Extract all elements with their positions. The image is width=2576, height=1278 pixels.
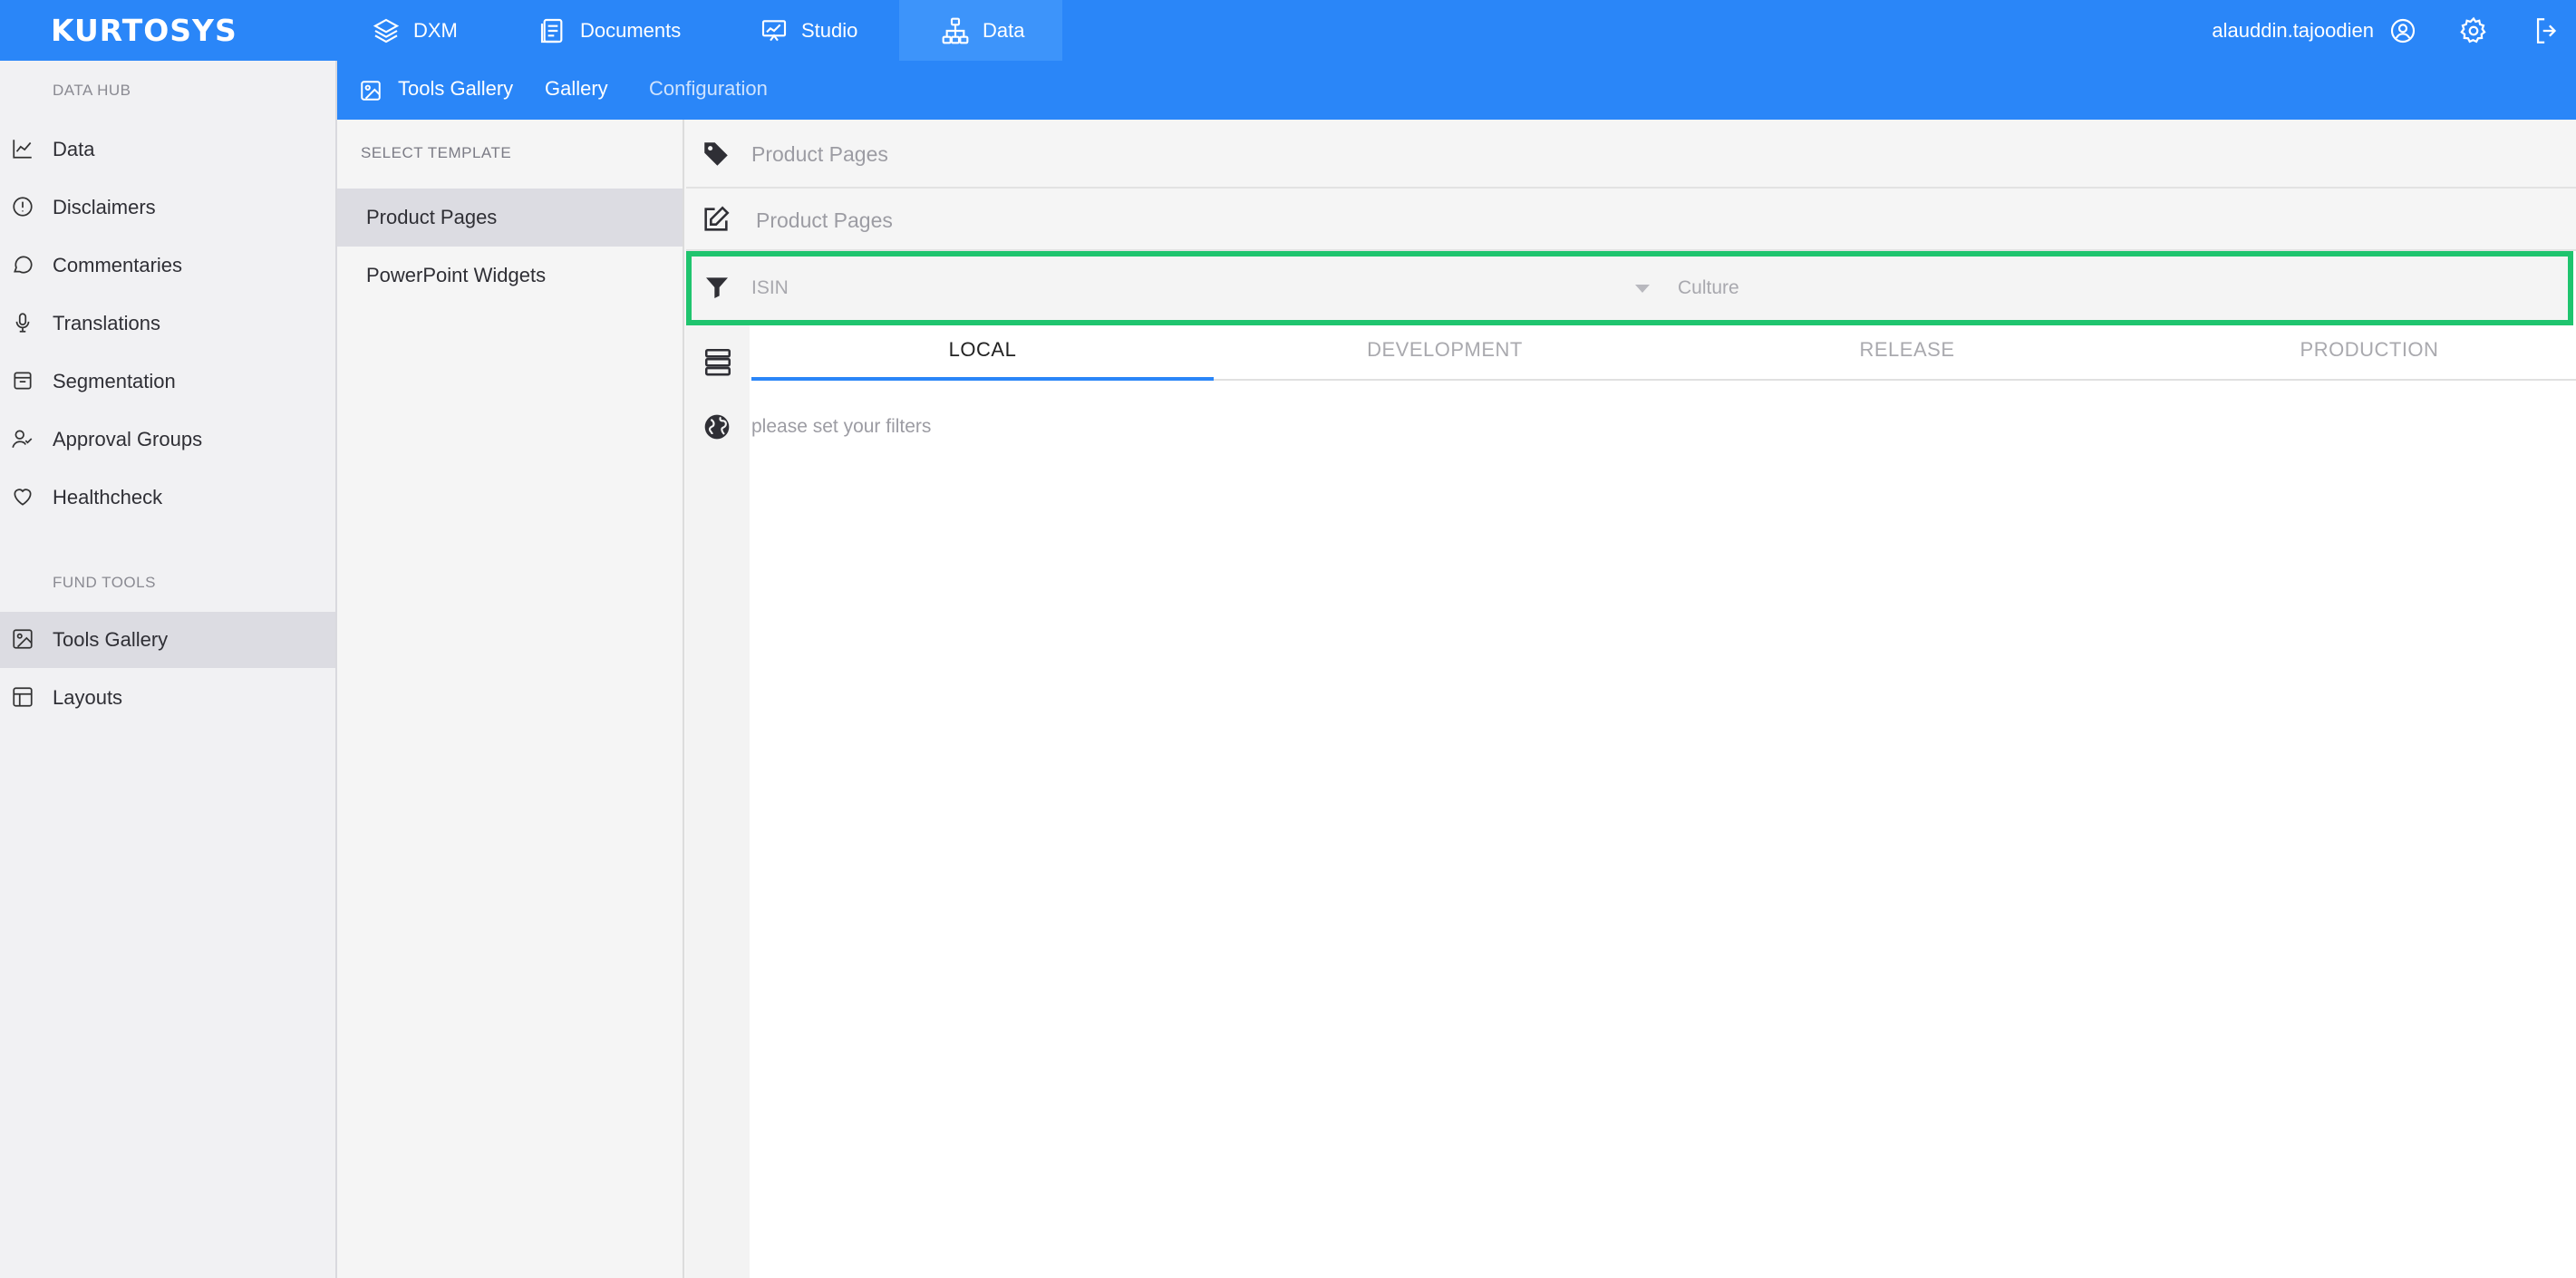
sidebar-item-disclaimers[interactable]: Disclaimers (0, 179, 335, 236)
template-item-product-pages[interactable]: Product Pages (337, 189, 683, 247)
filter-icon (706, 277, 728, 298)
sidebar-item-label: Segmentation (53, 370, 176, 392)
sidebar-item-label: Commentaries (53, 254, 183, 276)
inbox-icon (14, 372, 32, 390)
nav-tab-data[interactable]: Data (899, 0, 1062, 61)
comment-icon (14, 256, 33, 274)
chart-line-icon (13, 140, 32, 159)
edit-icon (704, 206, 730, 231)
left-sidebar: DATA HUB Data Disclaimers Commentaries T… (0, 61, 337, 1278)
sidebar-item-label: Healthcheck (53, 486, 163, 508)
template-name-value[interactable]: Product Pages (756, 208, 893, 233)
sub-header-bar: Tools Gallery Gallery Configuration (337, 61, 2576, 120)
chevron-down-icon (1635, 285, 1650, 293)
layout-icon (13, 687, 33, 707)
tab-local[interactable]: LOCAL (751, 326, 1214, 381)
nav-tab-label: Data (983, 18, 1025, 42)
template-list-panel: SELECT TEMPLATE Product Pages PowerPoint… (337, 120, 684, 1278)
tag-icon (704, 142, 728, 166)
microphone-icon (15, 313, 30, 333)
environment-tabs: LOCAL DEVELOPMENT RELEASE PRODUCTION (751, 326, 2576, 381)
globe-icon (704, 414, 730, 440)
section-label-fund-tools: FUND TOOLS (53, 574, 156, 591)
empty-filters-message: please set your filters (751, 416, 932, 437)
isin-select-placeholder: ISIN (751, 277, 789, 298)
breadcrumb-tools-gallery[interactable]: Tools Gallery (398, 77, 513, 101)
template-tag-value[interactable]: Product Pages (751, 142, 888, 167)
nav-tab-documents[interactable]: Documents (538, 0, 711, 61)
name-row: Product Pages (686, 189, 2576, 251)
tab-label: PRODUCTION (2300, 338, 2439, 361)
tab-development[interactable]: DEVELOPMENT (1214, 326, 1676, 381)
template-item-label: PowerPoint Widgets (366, 264, 547, 286)
document-icon (540, 18, 563, 43)
heart-icon (14, 489, 32, 506)
kurtosys-logo[interactable]: KURTOSYS (51, 13, 237, 48)
sidebar-item-label: Data (53, 138, 95, 160)
sidebar-item-label: Disclaimers (53, 196, 156, 218)
sidebar-item-label: Translations (53, 312, 161, 334)
sidebar-item-data[interactable]: Data (0, 121, 335, 178)
hierarchy-icon (942, 17, 969, 44)
sidebar-item-label: Approval Groups (53, 428, 203, 450)
sidebar-item-label: Tools Gallery (53, 628, 169, 651)
template-item-label: Product Pages (366, 206, 498, 228)
tab-label: RELEASE (1859, 338, 1955, 361)
breadcrumb-gallery[interactable]: Gallery (545, 77, 608, 101)
isin-select[interactable]: ISIN (751, 257, 1667, 320)
logout-icon[interactable] (2532, 15, 2562, 46)
nav-tab-dxm[interactable]: DXM (372, 0, 471, 61)
culture-select[interactable]: Culture (1678, 257, 2566, 320)
tab-label: DEVELOPMENT (1367, 338, 1523, 361)
nav-tab-label: Studio (801, 18, 858, 42)
breadcrumb-configuration[interactable]: Configuration (649, 77, 768, 101)
user-menu[interactable]: alauddin.tajoodien (2212, 0, 2417, 61)
template-item-powerpoint-widgets[interactable]: PowerPoint Widgets (337, 247, 683, 305)
filter-row-highlighted: ISIN Culture (686, 251, 2573, 325)
nav-tab-label: Documents (580, 18, 682, 42)
culture-select-placeholder: Culture (1678, 277, 1739, 298)
server-icon (704, 348, 731, 376)
sidebar-item-tools-gallery[interactable]: Tools Gallery (0, 612, 335, 668)
tab-release[interactable]: RELEASE (1676, 326, 2138, 381)
sidebar-item-translations[interactable]: Translations (0, 295, 335, 352)
user-check-icon (12, 430, 33, 449)
tab-label: LOCAL (948, 338, 1017, 361)
alert-circle-icon (13, 197, 33, 217)
template-config-panel: Product Pages Product Pages ISIN Culture… (686, 120, 2576, 1278)
sidebar-item-healthcheck[interactable]: Healthcheck (0, 470, 335, 526)
layers-icon (373, 18, 400, 43)
username: alauddin.tajoodien (2212, 18, 2374, 42)
sidebar-item-layouts[interactable]: Layouts (0, 670, 335, 726)
tab-production[interactable]: PRODUCTION (2138, 326, 2576, 381)
nav-tab-label: DXM (413, 18, 458, 42)
sidebar-item-segmentation[interactable]: Segmentation (0, 353, 335, 410)
sidebar-item-commentaries[interactable]: Commentaries (0, 237, 335, 294)
user-circle-icon (2390, 18, 2416, 43)
nav-tab-studio[interactable]: Studio (760, 0, 896, 61)
sidebar-item-approval-groups[interactable]: Approval Groups (0, 411, 335, 468)
image-icon (361, 81, 381, 101)
top-navigation-bar: KURTOSYS DXM Documents Studio Data alaud… (0, 0, 2576, 61)
section-label-data-hub: DATA HUB (53, 82, 131, 99)
tag-row: Product Pages (686, 120, 2576, 189)
presentation-icon (761, 19, 787, 41)
gear-icon[interactable] (2458, 15, 2489, 46)
sidebar-item-label: Layouts (53, 686, 123, 709)
image-icon (13, 629, 33, 649)
template-list-header: SELECT TEMPLATE (361, 144, 512, 161)
